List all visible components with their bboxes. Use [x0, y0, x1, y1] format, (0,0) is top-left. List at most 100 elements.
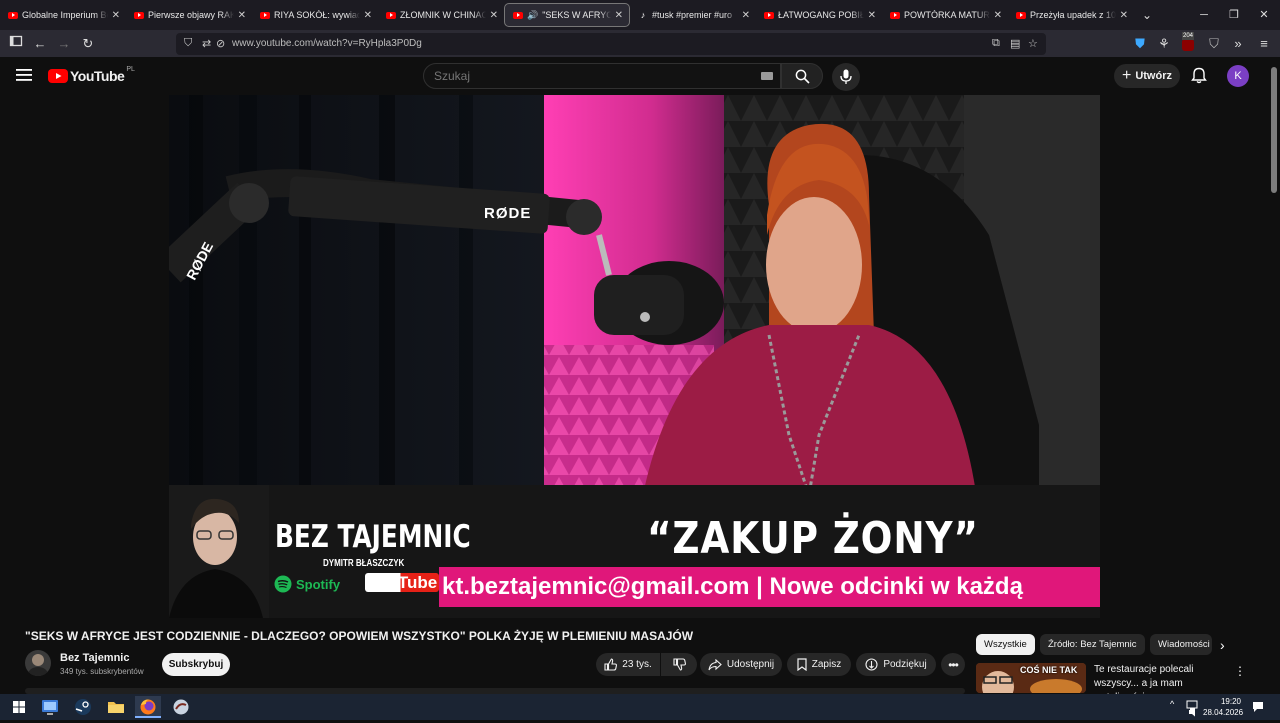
youtube-logo-icon	[48, 69, 68, 83]
shield-icon[interactable]: ⛉	[184, 37, 192, 50]
speaker-icon[interactable]: 🔊	[527, 10, 538, 21]
tab-title: ZŁOMNIK W CHINACH #	[400, 10, 486, 20]
more-actions-button[interactable]: •••	[941, 653, 965, 676]
search-icon	[795, 69, 810, 84]
bookmark-star-icon[interactable]: ☆	[1028, 37, 1038, 50]
tab-bar: Globalne Imperium Bezk ✕ Pierwsze objawy…	[0, 0, 1280, 30]
browser-tab[interactable]: Globalne Imperium Bezk ✕	[0, 0, 126, 30]
tab-list-chevron-icon[interactable]: ⌄	[1134, 8, 1160, 22]
autoplay-blocked-icon[interactable]: ⊘	[216, 37, 225, 50]
search-input[interactable]	[434, 69, 734, 83]
permissions-icon[interactable]: ⇄	[202, 37, 211, 50]
browser-tab[interactable]: Pierwsze objawy RAKA P ✕	[126, 0, 252, 30]
reader-view-icon[interactable]: ▤	[1010, 37, 1020, 50]
browser-tab[interactable]: Przeżyła upadek z 10 00 ✕	[1008, 0, 1134, 30]
pip-icon[interactable]: ⧉	[992, 37, 1000, 50]
youtube-logo[interactable]: YouTube PL	[48, 66, 135, 84]
share-button[interactable]: Udostępnij	[700, 653, 782, 676]
page-scrollbar[interactable]	[1268, 57, 1280, 694]
search-box[interactable]	[423, 63, 781, 89]
browser-tab-active[interactable]: 🔊 "SEKS W AFRYCE JES ✕	[504, 3, 630, 27]
file-explorer-icon[interactable]	[103, 696, 129, 718]
overflow-chevron-icon[interactable]: »	[1228, 34, 1248, 54]
wireguard-icon[interactable]	[168, 696, 194, 718]
hamburger-menu-icon[interactable]	[16, 68, 32, 87]
show-name: BEZ TAJEMNIC	[275, 519, 471, 555]
navigation-bar: ← → ↻ ⛉ ⇄ ⊘ www.youtube.com/watch?v=RyHp…	[0, 30, 1280, 57]
close-tab-icon[interactable]: ✕	[490, 10, 498, 21]
extension-badge: 204	[1182, 32, 1195, 40]
channel-avatar[interactable]	[25, 650, 51, 676]
super-thanks-icon	[865, 658, 878, 671]
subscribe-button[interactable]: Subskrybuj	[162, 653, 230, 676]
like-button[interactable]: 23 tys.	[596, 653, 660, 676]
windows-taskbar: ^	[0, 694, 1280, 720]
tab-title: RIYA SOKÓŁ: wywiad, pie	[274, 10, 360, 20]
youtube-favicon-icon	[513, 11, 523, 19]
create-button[interactable]: + Utwórz	[1114, 64, 1180, 88]
windows-start-icon[interactable]	[6, 696, 32, 718]
url-text[interactable]: www.youtube.com/watch?v=RyHpla3P0Dg	[232, 38, 422, 49]
chip-news[interactable]: Wiadomości	[1150, 634, 1212, 655]
close-tab-icon[interactable]: ✕	[994, 10, 1002, 21]
host-name: DYMITR BŁASZCZYK	[323, 558, 405, 569]
close-tab-icon[interactable]: ✕	[868, 10, 876, 21]
close-window-icon[interactable]: ✕	[1248, 0, 1280, 30]
notification-center-icon[interactable]	[1252, 700, 1264, 718]
ublock-extension-icon[interactable]: 204	[1178, 32, 1198, 54]
microphone-icon	[840, 69, 852, 84]
notifications-bell-icon[interactable]	[1191, 67, 1207, 89]
tab-title: Pierwsze objawy RAKA P	[148, 10, 234, 20]
episode-quote: “ZAKUP ŻONY”	[647, 513, 979, 564]
search-button[interactable]	[781, 63, 823, 89]
keyboard-icon[interactable]	[761, 72, 773, 80]
recommended-thumbnail[interactable]: COŚ NIE TAK	[976, 663, 1086, 693]
clock-time[interactable]: 19:20	[1203, 697, 1241, 706]
privacy-badger-icon[interactable]: ⛉	[1204, 34, 1224, 54]
more-dots-icon: •••	[948, 657, 959, 672]
tab-title: POWTÓRKA MATURALN	[904, 10, 990, 20]
close-tab-icon[interactable]: ✕	[238, 10, 246, 21]
clock-date[interactable]: 28.04.2026	[1203, 708, 1243, 717]
close-tab-icon[interactable]: ✕	[112, 10, 120, 21]
voice-search-button[interactable]	[832, 63, 860, 91]
url-bar[interactable]: ⛉ ⇄ ⊘ www.youtube.com/watch?v=RyHpla3P0D…	[176, 33, 1046, 55]
minimize-icon[interactable]: ─	[1188, 0, 1220, 30]
video-player[interactable]: RØDE RØDE BEZ TAJEMNIC DYMITR BŁASZCZYK …	[169, 95, 1100, 618]
scroll-thumb[interactable]	[1271, 67, 1277, 193]
dislike-button[interactable]	[661, 653, 697, 676]
steam-icon[interactable]	[70, 696, 96, 718]
firefox-icon[interactable]	[135, 696, 161, 718]
app-menu-icon[interactable]: ≡	[1254, 34, 1274, 54]
browser-tab[interactable]: POWTÓRKA MATURALN ✕	[882, 0, 1008, 30]
browser-tab[interactable]: ZŁOMNIK W CHINACH # ✕	[378, 0, 504, 30]
close-tab-icon[interactable]: ✕	[364, 10, 372, 21]
save-button[interactable]: Zapisz	[787, 653, 851, 676]
restore-icon[interactable]: ❐	[1218, 0, 1250, 30]
extensions-icon[interactable]: ⚘	[1154, 34, 1174, 54]
control-panel-icon[interactable]	[37, 696, 63, 718]
reload-icon[interactable]: ↻	[78, 34, 98, 54]
browser-tab[interactable]: ŁATWOGANG POBIŁ REK ✕	[756, 0, 882, 30]
chip-all[interactable]: Wszystkie	[976, 634, 1035, 655]
thanks-label: Podziękuj	[883, 659, 927, 670]
browser-tab[interactable]: ♪ #tusk #premier #uro ✕	[630, 0, 756, 30]
like-count: 23 tys.	[622, 659, 652, 670]
channel-name[interactable]: Bez Tajemnic	[60, 652, 130, 664]
tab-title: Przeżyła upadek z 10 00	[1030, 10, 1116, 20]
close-tab-icon[interactable]: ✕	[742, 10, 750, 21]
close-tab-icon[interactable]: ✕	[615, 10, 623, 21]
thanks-button[interactable]: Podziękuj	[856, 653, 936, 676]
back-icon[interactable]: ←	[30, 34, 50, 54]
recommended-menu-icon[interactable]: ⋮	[1234, 664, 1246, 678]
tray-overflow-chevron-icon[interactable]: ^	[1170, 699, 1174, 709]
close-tab-icon[interactable]: ✕	[1120, 10, 1128, 21]
forward-icon[interactable]: →	[54, 34, 74, 54]
account-avatar[interactable]: K	[1227, 65, 1249, 87]
browser-tab[interactable]: RIYA SOKÓŁ: wywiad, pie ✕	[252, 0, 378, 30]
vpn-extension-icon[interactable]: ⛊	[1130, 34, 1150, 54]
chip-from-channel[interactable]: Źródło: Bez Tajemnic	[1040, 634, 1145, 655]
volume-icon[interactable]	[1188, 704, 1200, 722]
sidebar-toggle-icon[interactable]	[6, 34, 26, 54]
chips-next-chevron-icon[interactable]: ›	[1220, 637, 1225, 653]
